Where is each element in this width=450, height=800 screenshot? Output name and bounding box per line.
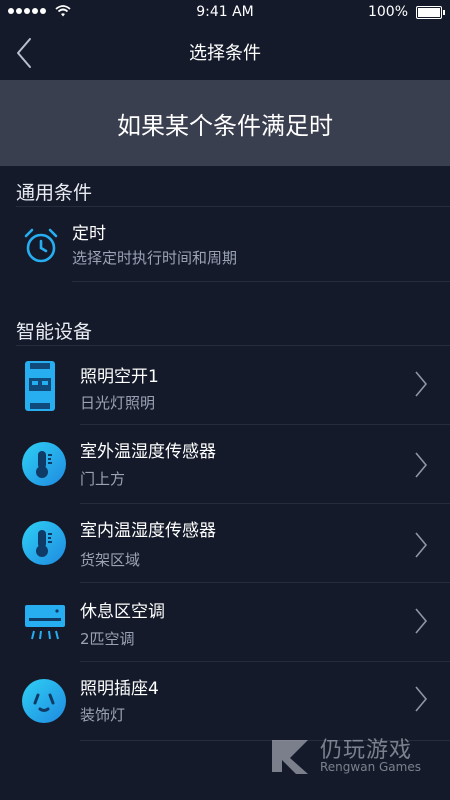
device-title: 室外温湿度传感器 [80,442,216,462]
page-title: 选择条件 [189,43,261,64]
device-item[interactable]: 照明插座4 装饰灯 [0,662,450,740]
watermark-subtitle: Rengwan Games [320,760,421,774]
chevron-right-icon [415,532,428,558]
chevron-right-icon [415,686,428,712]
timer-title: 定时 [72,224,106,244]
switch-icon [25,361,55,411]
device-subtitle: 2匹空调 [80,630,135,648]
section-title-general: 通用条件 [16,182,93,204]
chevron-right-icon [415,452,428,478]
thermometer-icon [22,442,66,486]
banner-text: 如果某个条件满足时 [117,111,333,140]
status-bar: 9:41 AM 100% [0,0,450,24]
device-title: 室内温湿度传感器 [80,521,216,541]
device-item[interactable]: 室外温湿度传感器 门上方 [0,425,450,503]
device-subtitle: 日光灯照明 [80,394,156,412]
device-item[interactable]: 休息区空调 2匹空调 [0,583,450,661]
device-subtitle: 门上方 [80,470,126,488]
device-item[interactable]: 照明空开1 日光灯照明 [0,346,450,424]
device-subtitle: 装饰灯 [80,706,126,724]
device-subtitle: 货架区域 [80,551,141,569]
list-item-timer[interactable]: 定时 选择定时执行时间和周期 [0,207,450,281]
navigation-bar: 选择条件 [0,24,450,78]
battery-icon [416,6,445,19]
timer-subtitle: 选择定时执行时间和周期 [72,249,238,267]
alarm-clock-icon [24,228,58,263]
condition-banner: 如果某个条件满足时 [0,80,450,166]
device-item[interactable]: 室内温湿度传感器 货架区域 [0,504,450,582]
chevron-right-icon [415,371,428,397]
thermometer-icon [22,521,66,565]
socket-icon [22,679,66,723]
section-title-devices: 智能设备 [16,321,93,343]
air-conditioner-icon [25,605,65,640]
device-title: 休息区空调 [80,602,165,622]
chevron-right-icon [415,608,428,634]
divider [72,281,450,282]
battery-percentage: 100% [367,4,408,20]
watermark-logo-icon [272,740,308,774]
watermark: 仍玩游戏 Rengwan Games [268,732,428,780]
device-title: 照明插座4 [80,679,159,699]
device-title: 照明空开1 [80,367,159,387]
